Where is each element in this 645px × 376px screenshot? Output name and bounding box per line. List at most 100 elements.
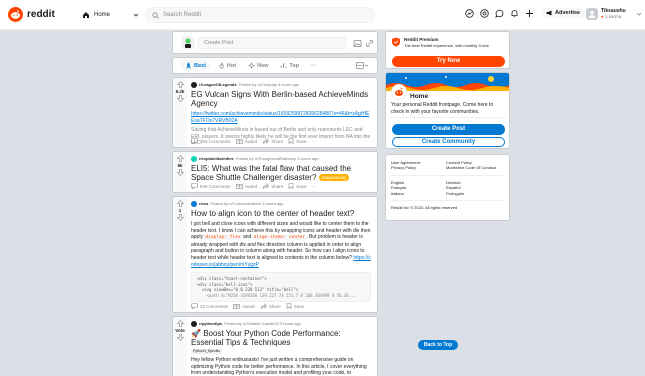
share-button[interactable]: Share <box>262 138 283 144</box>
footer-link[interactable]: Moderator Code Of Conduct <box>446 165 506 170</box>
post-card[interactable]: 1 r/css Posted by u/CodeAndAdvice 5 hour… <box>172 196 378 313</box>
post-title-text: Boost Your Python Code Performance: Esse… <box>191 329 341 347</box>
sort-more-button[interactable]: ··· <box>307 61 321 71</box>
snoo-avatar-icon <box>391 84 407 100</box>
sort-new[interactable]: New <box>244 60 272 71</box>
sort-bar: Best Hot New Top ··· <box>172 57 378 74</box>
downvote-icon[interactable] <box>176 334 184 341</box>
image-icon[interactable] <box>353 39 362 48</box>
comments-button[interactable]: 33 Comments <box>191 303 228 309</box>
post-link[interactable]: https://twitter.com/achieveminds/status/… <box>191 111 371 124</box>
share-button[interactable]: Share <box>260 303 281 309</box>
create-community-button[interactable]: Create Community <box>392 137 505 147</box>
plus-icon[interactable] <box>524 8 534 18</box>
premium-title: Reddit Premium <box>404 37 439 42</box>
copyright: Reddit Inc © 2023. All rights reserved <box>391 205 458 211</box>
home-dropdown[interactable]: Home <box>82 8 139 22</box>
subreddit-icon[interactable] <box>191 81 197 88</box>
post-actions: 846 Comments Award Share Save ··· <box>191 183 316 189</box>
user-avatar-icon[interactable] <box>181 36 195 50</box>
upvote-icon[interactable] <box>176 81 184 88</box>
bookmark-icon <box>288 183 294 189</box>
subreddit-icon[interactable] <box>191 155 197 162</box>
vote-count: 9k <box>177 163 183 168</box>
premium-card: Reddit Premium The best Reddit experienc… <box>385 31 510 69</box>
comments-label: 33 Comments <box>200 303 229 309</box>
coins-icon[interactable] <box>479 8 489 18</box>
share-label: Share <box>271 183 284 189</box>
sort-hot[interactable]: Hot <box>214 60 240 71</box>
sort-top[interactable]: Top <box>276 60 303 71</box>
search-input[interactable]: Search Reddit <box>163 12 201 18</box>
footer-link[interactable]: Privacy Policy <box>391 165 446 170</box>
award-button[interactable]: Award <box>233 303 255 309</box>
share-icon <box>262 183 270 189</box>
footer-card: User Agreement Content Policy Privacy Po… <box>385 154 510 221</box>
reddit-logo[interactable]: reddit <box>8 7 55 22</box>
reddit-snoo-icon <box>8 7 23 22</box>
award-button[interactable]: Award <box>235 138 257 144</box>
popular-icon[interactable] <box>464 8 474 18</box>
posted-by: Posted by u/Coraplay 5 hours ago <box>238 82 300 87</box>
search-bar[interactable]: Search Reddit <box>145 7 375 23</box>
post-meta: r/css Posted by u/CodeAndAdvice 5 hours … <box>191 200 371 207</box>
downvote-icon[interactable] <box>176 95 184 102</box>
subreddit-link[interactable]: r/css <box>199 201 208 206</box>
post-title[interactable]: How to align icon to the center of heade… <box>191 209 371 218</box>
top-header: reddit Home Search Reddit Advertise Tiks… <box>0 0 645 30</box>
downvote-icon[interactable] <box>176 214 184 221</box>
user-menu[interactable]: Tiksaushu ● 1 karma <box>586 8 642 20</box>
sort-top-label: Top <box>289 62 300 69</box>
subreddit-link[interactable]: r/LeagueOfLegends <box>199 82 237 87</box>
post-title[interactable]: EG Vulcan Signs With Berlin-based Achiev… <box>191 90 371 108</box>
create-post-input[interactable]: Create Post <box>198 37 346 49</box>
shield-icon <box>391 37 401 47</box>
view-toggle[interactable] <box>356 62 369 69</box>
comment-icon <box>191 138 198 144</box>
post-title[interactable]: 🚀 Boost Your Python Code Performance: Es… <box>191 329 371 347</box>
post-more-button[interactable]: ··· <box>311 184 316 189</box>
post-more-button[interactable]: ··· <box>309 304 314 309</box>
downvote-icon[interactable] <box>176 169 184 176</box>
upvote-icon[interactable] <box>176 200 184 207</box>
user-karma-value: 1 karma <box>604 14 622 19</box>
vote-column: 9k <box>173 152 187 192</box>
share-icon <box>262 138 270 144</box>
post-card[interactable]: 5.2k r/LeagueOfLegends Posted by u/Corap… <box>172 77 378 148</box>
back-to-top-button[interactable]: Back to Top <box>418 340 458 350</box>
post-card[interactable]: Vote r/pythontips Posted by u/Tehtaim-Ca… <box>172 316 378 376</box>
language-link[interactable]: Italiano <box>391 191 446 196</box>
comments-button[interactable]: 846 Comments <box>191 183 231 189</box>
subreddit-icon[interactable] <box>191 200 197 207</box>
sort-best[interactable]: Best <box>181 60 210 71</box>
comments-button[interactable]: 369 Comments <box>191 138 231 144</box>
subreddit-link[interactable]: r/explainlikeimfive <box>199 156 234 161</box>
post-flair[interactable]: Engineering <box>318 174 349 182</box>
post-title[interactable]: ELI5: What was the fatal flaw that cause… <box>191 164 371 182</box>
post-more-label: ··· <box>311 183 316 189</box>
try-now-button[interactable]: Try Now <box>392 56 505 67</box>
language-link[interactable]: Português <box>446 191 506 196</box>
advertise-button[interactable]: Advertise <box>541 8 586 18</box>
divider <box>391 117 506 118</box>
subreddit-icon[interactable] <box>191 320 197 327</box>
upvote-icon[interactable] <box>176 320 184 327</box>
post-flair[interactable]: Python3_Specific <box>191 349 223 354</box>
share-button[interactable]: Share <box>262 183 283 189</box>
post-text: Hey fellow Python enthusiasts! I've just… <box>191 357 367 376</box>
create-post-button[interactable]: Create Post <box>392 124 505 135</box>
chat-icon[interactable] <box>494 8 504 18</box>
link-icon[interactable] <box>365 39 374 48</box>
award-button[interactable]: Award <box>235 183 257 189</box>
sort-hot-label: Hot <box>226 62 237 69</box>
save-button[interactable]: Save <box>288 183 306 189</box>
subreddit-link[interactable]: r/pythontips <box>199 321 222 326</box>
notification-bell-icon[interactable] <box>509 8 519 18</box>
code-line: <path d="M256 319V268 139.227 74 151.7 0… <box>197 292 356 298</box>
save-button[interactable]: Save <box>286 303 304 309</box>
save-button[interactable]: Save <box>288 138 306 144</box>
post-card[interactable]: 9k r/explainlikeimfive Posted by u/Thoug… <box>172 151 378 193</box>
post-more-button[interactable]: ··· <box>311 139 316 144</box>
upvote-icon[interactable] <box>176 155 184 162</box>
save-label: Save <box>296 138 307 144</box>
